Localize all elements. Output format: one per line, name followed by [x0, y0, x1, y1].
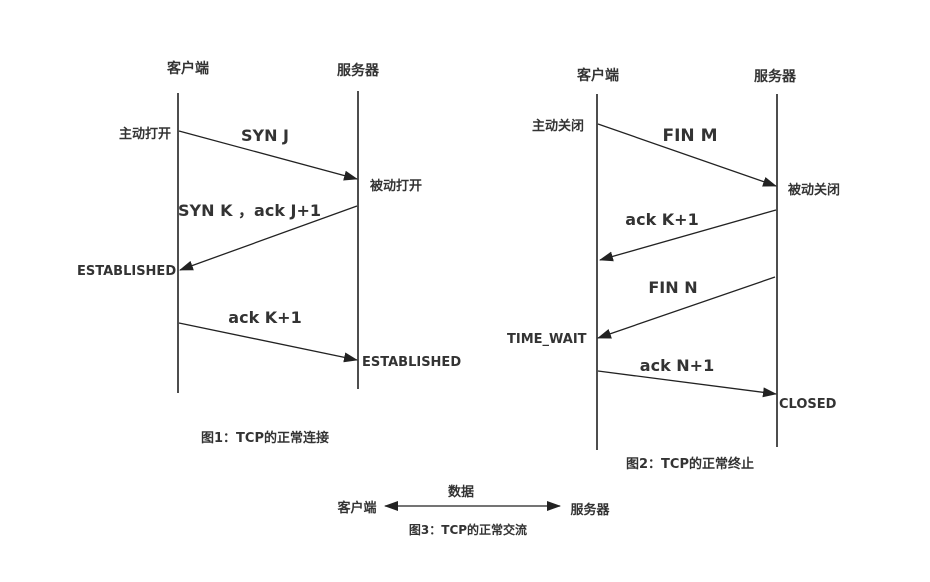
fig2-passive-close-label: 被动关闭	[787, 182, 840, 198]
fig1-client-title: 客户端	[166, 60, 209, 77]
figure2-termination: 客户端 服务器 主动关闭 FIN M 被动关闭 ack K+1 FIN N TI…	[507, 67, 840, 472]
fig2-server-title: 服务器	[754, 68, 797, 85]
diagram-canvas: 客户端 服务器 主动打开 SYN J 被动打开 SYN K ，ack J+1 E…	[77, 60, 840, 537]
fig3-data-label: 数据	[448, 484, 474, 500]
fig2-ack-k-label: ack K+1	[625, 210, 698, 229]
fig1-passive-open-label: 被动打开	[369, 178, 422, 194]
fig2-fin-n-label: FIN N	[648, 278, 697, 297]
fig2-closed-label: CLOSED	[779, 397, 837, 412]
figure3-exchange: 客户端 数据 服务器 图3：TCP的正常交流	[337, 484, 610, 537]
fig2-active-close-label: 主动关闭	[532, 118, 584, 134]
fig2-fin-m-label: FIN M	[662, 126, 717, 146]
fig2-caption: 图2：TCP的正常终止	[626, 456, 754, 472]
figure1-connection: 客户端 服务器 主动打开 SYN J 被动打开 SYN K ，ack J+1 E…	[77, 60, 461, 446]
fig1-caption: 图1：TCP的正常连接	[201, 430, 329, 446]
fig3-caption: 图3：TCP的正常交流	[409, 522, 527, 537]
fig3-client-label: 客户端	[337, 500, 376, 516]
fig2-client-title: 客户端	[576, 67, 619, 84]
fig1-active-open-label: 主动打开	[119, 126, 171, 142]
fig1-ack-label: ack K+1	[228, 308, 301, 327]
fig1-synack-label: SYN K ，ack J+1	[178, 201, 321, 220]
fig1-syn-label: SYN J	[241, 126, 289, 145]
tcp-diagrams: 客户端 服务器 主动打开 SYN J 被动打开 SYN K ，ack J+1 E…	[0, 0, 930, 582]
fig1-client-established: ESTABLISHED	[77, 264, 176, 279]
fig2-ack-n-label: ack N+1	[640, 356, 714, 375]
fig1-ack-arrow	[178, 322, 358, 363]
fig3-server-label: 服务器	[570, 502, 610, 518]
fig2-time-wait-label: TIME_WAIT	[507, 332, 587, 347]
fig1-server-established: ESTABLISHED	[362, 355, 461, 370]
fig1-server-title: 服务器	[337, 62, 380, 79]
